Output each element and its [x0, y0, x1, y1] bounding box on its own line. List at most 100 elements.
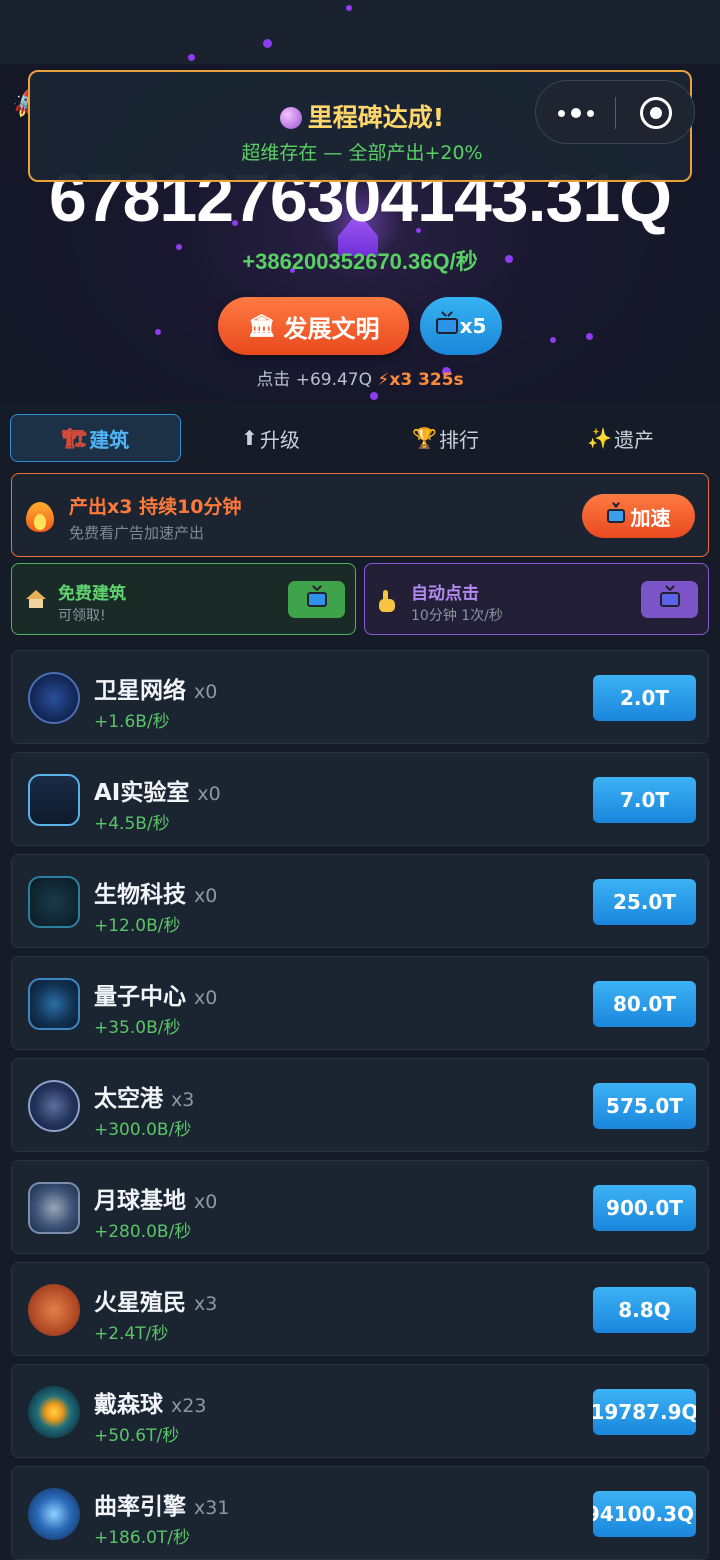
tv-icon: [659, 592, 680, 607]
particle: [370, 392, 378, 400]
buy-button[interactable]: 19787.9Q: [593, 1389, 696, 1435]
free-building-subtitle: 可领取!: [58, 608, 106, 624]
tab-label: 升级: [259, 427, 300, 452]
building-rate: +300.0B/秒: [94, 1120, 192, 1140]
building-name-row: 量子中心 x0: [94, 977, 217, 1011]
free-building-ad-button[interactable]: [288, 581, 345, 618]
buy-button[interactable]: 8.8Q: [593, 1287, 696, 1333]
auto-click-card[interactable]: 自动点击 10分钟 1次/秒: [364, 563, 709, 635]
particle: [188, 54, 195, 61]
buy-button[interactable]: 25.0T: [593, 879, 696, 925]
building-count: x0: [194, 1191, 218, 1213]
click-value: 点击 +69.47Q: [256, 370, 373, 390]
bank-icon: 🏛: [247, 313, 276, 339]
building-name-row: 曲率引擎 x31: [94, 1487, 229, 1521]
building-rate: +50.6T/秒: [94, 1426, 180, 1446]
building-row[interactable]: 戴森球 x23 +50.6T/秒 19787.9Q: [11, 1364, 709, 1458]
buy-button[interactable]: 2.0T: [593, 675, 696, 721]
boost-banner: 产出x3 持续10分钟 免费看广告加速产出 加速: [11, 473, 709, 557]
building-name: 卫星网络: [94, 678, 186, 704]
building-name: 火星殖民: [94, 1290, 186, 1316]
building-name-row: AI实验室 x0: [94, 773, 221, 807]
building-name-row: 戴森球 x23: [94, 1385, 206, 1419]
free-building-card[interactable]: 免费建筑 可领取!: [11, 563, 356, 635]
building-count: x3: [171, 1089, 195, 1111]
toast-title: 里程碑达成!: [307, 103, 445, 132]
building-rate: +1.6B/秒: [94, 712, 170, 732]
tab-label: 排行: [438, 427, 479, 452]
building-name-row: 太空港 x3: [94, 1079, 194, 1113]
building-name-row: 卫星网络 x0: [94, 671, 217, 705]
construction-icon: 🏗: [61, 426, 88, 450]
capsule-divider: [615, 97, 616, 129]
buy-button[interactable]: 900.0T: [593, 1185, 696, 1231]
click-info: 点击 +69.47Q ⚡x3 325s: [0, 365, 720, 390]
boost-title: 产出x3 持续10分钟: [69, 496, 242, 518]
building-row[interactable]: 太空港 x3 +300.0B/秒 575.0T: [11, 1058, 709, 1152]
dna-icon: [28, 876, 80, 928]
moon-base-icon: [28, 1182, 80, 1234]
building-rate: +12.0B/秒: [94, 916, 181, 936]
building-rate: +280.0B/秒: [94, 1222, 192, 1242]
building-count: x0: [197, 783, 221, 805]
building-row[interactable]: 卫星网络 x0 +1.6B/秒 2.0T: [11, 650, 709, 744]
buy-button[interactable]: 7.0T: [593, 777, 696, 823]
tab-label: 建筑: [89, 427, 130, 452]
building-count: x3: [194, 1293, 218, 1315]
building-name: 生物科技: [94, 882, 186, 908]
building-row[interactable]: 量子中心 x0 +35.0B/秒 80.0T: [11, 956, 709, 1050]
auto-click-subtitle: 10分钟 1次/秒: [411, 608, 503, 624]
boost-timer: ⚡x3 325s: [377, 370, 464, 390]
develop-button-label: 发展文明: [283, 314, 380, 343]
watch-ad-x5-button[interactable]: x5: [420, 297, 502, 355]
sparkles-icon: ✨: [587, 426, 612, 450]
develop-civilization-button[interactable]: 🏛 发展文明: [218, 297, 409, 355]
buy-button[interactable]: 80.0T: [593, 981, 696, 1027]
tab-buildings[interactable]: 🏗 建筑: [10, 414, 181, 462]
building-row[interactable]: 生物科技 x0 +12.0B/秒 25.0T: [11, 854, 709, 948]
warp-engine-icon: [28, 1488, 80, 1540]
tab-legacy[interactable]: ✨ 遗产: [535, 414, 706, 462]
tv-icon: [306, 592, 327, 607]
mars-colony-icon: [28, 1284, 80, 1336]
free-building-title: 免费建筑: [58, 584, 126, 604]
ad-multiplier-label: x5: [459, 314, 487, 338]
auto-click-ad-button[interactable]: [641, 581, 698, 618]
tab-label: 遗产: [613, 427, 654, 452]
building-count: x0: [194, 987, 218, 1009]
production-rate: +386200352670.36Q/秒: [242, 249, 478, 274]
building-rate: +186.0T/秒: [94, 1528, 191, 1548]
particle: [586, 333, 593, 340]
crystal-ball-icon: [279, 107, 302, 129]
tab-ranking[interactable]: 🏆 排行: [360, 414, 531, 462]
building-count: x0: [194, 681, 218, 703]
building-row[interactable]: 曲率引擎 x31 +186.0T/秒 694100.3Q: [11, 1466, 709, 1560]
building-row[interactable]: 月球基地 x0 +280.0B/秒 900.0T: [11, 1160, 709, 1254]
tv-icon: [606, 509, 625, 523]
tab-upgrades[interactable]: ⬆ 升级: [185, 414, 356, 462]
building-row[interactable]: 火星殖民 x3 +2.4T/秒 8.8Q: [11, 1262, 709, 1356]
buy-button[interactable]: 575.0T: [593, 1083, 696, 1129]
speed-up-button[interactable]: 加速: [582, 494, 695, 538]
tab-bar: 🏗 建筑 ⬆ 升级 🏆 排行 ✨ 遗产: [10, 414, 710, 462]
dyson-sphere-icon: [28, 1386, 80, 1438]
building-name-row: 生物科技 x0: [94, 875, 217, 909]
building-name: 月球基地: [94, 1188, 186, 1214]
space-station-icon: [28, 1080, 80, 1132]
more-options-icon[interactable]: [558, 103, 594, 123]
tv-icon: [435, 318, 458, 334]
hero-panel[interactable]: 🚀 67812763​04143.31Q +386200352670.36Q/秒…: [0, 0, 720, 402]
boost-subtitle: 免费看广告加速产出: [69, 524, 205, 542]
building-row[interactable]: AI实验室 x0 +4.5B/秒 7.0T: [11, 752, 709, 846]
speed-up-label: 加速: [630, 505, 671, 530]
building-count: x0: [194, 885, 218, 907]
trophy-icon: 🏆: [412, 426, 437, 450]
close-program-icon[interactable]: [640, 97, 672, 129]
buy-button[interactable]: 694100.3Q: [593, 1491, 696, 1537]
building-name: 戴森球: [94, 1392, 163, 1418]
building-name: 曲率引擎: [94, 1494, 186, 1520]
building-count: x23: [171, 1395, 207, 1417]
building-rate: +35.0B/秒: [94, 1018, 181, 1038]
building-name: AI实验室: [94, 780, 190, 806]
house-icon: [26, 590, 46, 608]
